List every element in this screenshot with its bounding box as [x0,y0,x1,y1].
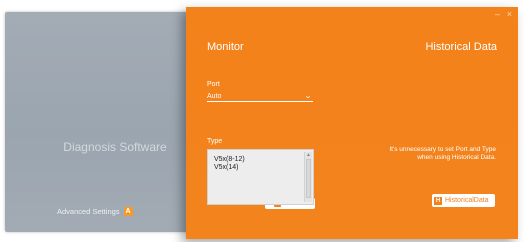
monitor-title: Monitor [207,41,244,53]
close-button[interactable]: × [507,9,512,19]
type-option[interactable]: V5x(14) [208,164,313,172]
chevron-down-icon: ⌄ [303,93,313,100]
scrollbar-thumb[interactable] [306,159,311,198]
port-value: Auto [207,92,222,100]
historical-data-button-label: HistoricalData [445,197,489,204]
port-dropdown[interactable]: Auto ⌄ [207,91,313,102]
historical-data-icon: H [434,196,442,205]
advanced-settings-label: Advanced Settings [57,207,120,216]
advanced-settings-icon: A [123,207,133,216]
port-label: Port [207,81,220,88]
type-listbox[interactable]: V5x(8-12) V5x(14) ▲ [207,149,314,205]
main-panel: – × Monitor Historical Data Port Auto ⌄ … [186,7,518,239]
advanced-settings-button[interactable]: Advanced Settings A [57,207,133,216]
type-option[interactable]: V5x(8-12) [208,156,313,164]
type-label: Type [207,138,223,145]
historical-hint-text: It's unnecessary to set Port and Type wh… [389,146,496,161]
scroll-up-icon[interactable]: ▲ [305,152,312,158]
historical-data-title: Historical Data [425,41,497,53]
app-name: Diagnosis Software [63,140,167,154]
type-list-scrollbar[interactable]: ▲ [304,152,312,202]
minimize-button[interactable]: – [495,9,500,19]
historical-data-button[interactable]: H HistoricalData [432,194,495,207]
